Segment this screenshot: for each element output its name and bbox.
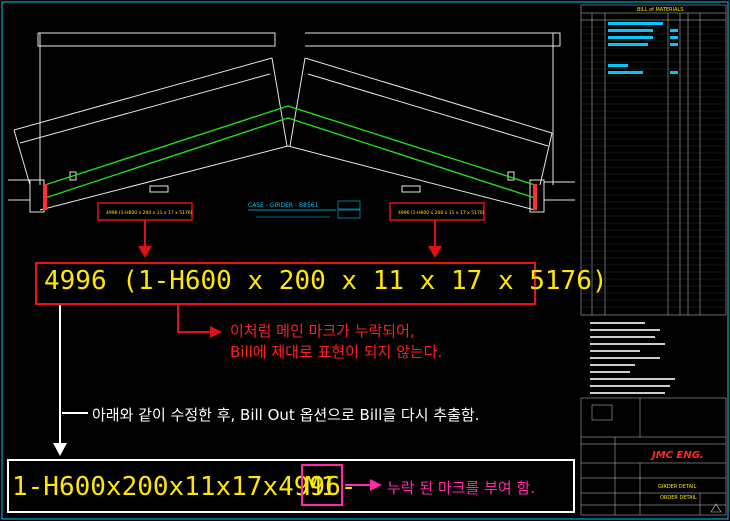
fix-instruction-note: 아래와 같이 수정한 후, Bill Out 옵션으로 Bill을 다시 추출함… bbox=[92, 406, 480, 424]
drawing-title: GIRDER DETAIL bbox=[658, 484, 696, 490]
truss-outline bbox=[8, 32, 575, 213]
white-arrow bbox=[53, 305, 88, 456]
missing-mark-note-line2: Bill에 제대로 표현이 되지 않는다. bbox=[230, 343, 443, 361]
red-arrow-right bbox=[428, 220, 442, 258]
red-arrow-left bbox=[138, 220, 152, 258]
girder-part-label: CASE - GIRDER - B8561 bbox=[248, 202, 319, 209]
missing-mark-note: 이처럼 메인 마크가 누락되어, Bill에 제대로 표현이 되지 않는다. bbox=[230, 321, 442, 363]
bom-rows bbox=[581, 26, 726, 308]
member-label-left: 4996 (1-H600 x 200 x 11 x 17 x 5176) bbox=[106, 210, 193, 216]
company-logo: JMC ENG. bbox=[650, 450, 704, 461]
mark-assigned-note: 누락 된 마크를 부여 함. bbox=[387, 479, 536, 497]
missing-mark-note-line1: 이처럼 메인 마크가 누락되어, bbox=[230, 322, 415, 340]
red-arrow-note bbox=[177, 305, 222, 338]
part-tag-1 bbox=[337, 200, 361, 210]
member-label-right: 4996 (1-H600 x 200 x 11 x 17 x 5176) bbox=[398, 210, 485, 216]
part-tag-2 bbox=[337, 209, 361, 219]
general-notes bbox=[590, 322, 675, 394]
drawing-frame bbox=[1, 1, 729, 520]
main-mark-text: M1 bbox=[305, 472, 337, 502]
original-bill-text: 4996 (1-H600 x 200 x 11 x 17 x 5176) bbox=[44, 266, 608, 296]
cad-drawing-canvas[interactable]: 4996 (1-H600 x 200 x 11 x 17 x 5176) 499… bbox=[0, 0, 730, 521]
order-detail: ORDER DETAIL bbox=[660, 495, 697, 501]
bom-title: BILL of MATERIALS bbox=[637, 7, 683, 13]
